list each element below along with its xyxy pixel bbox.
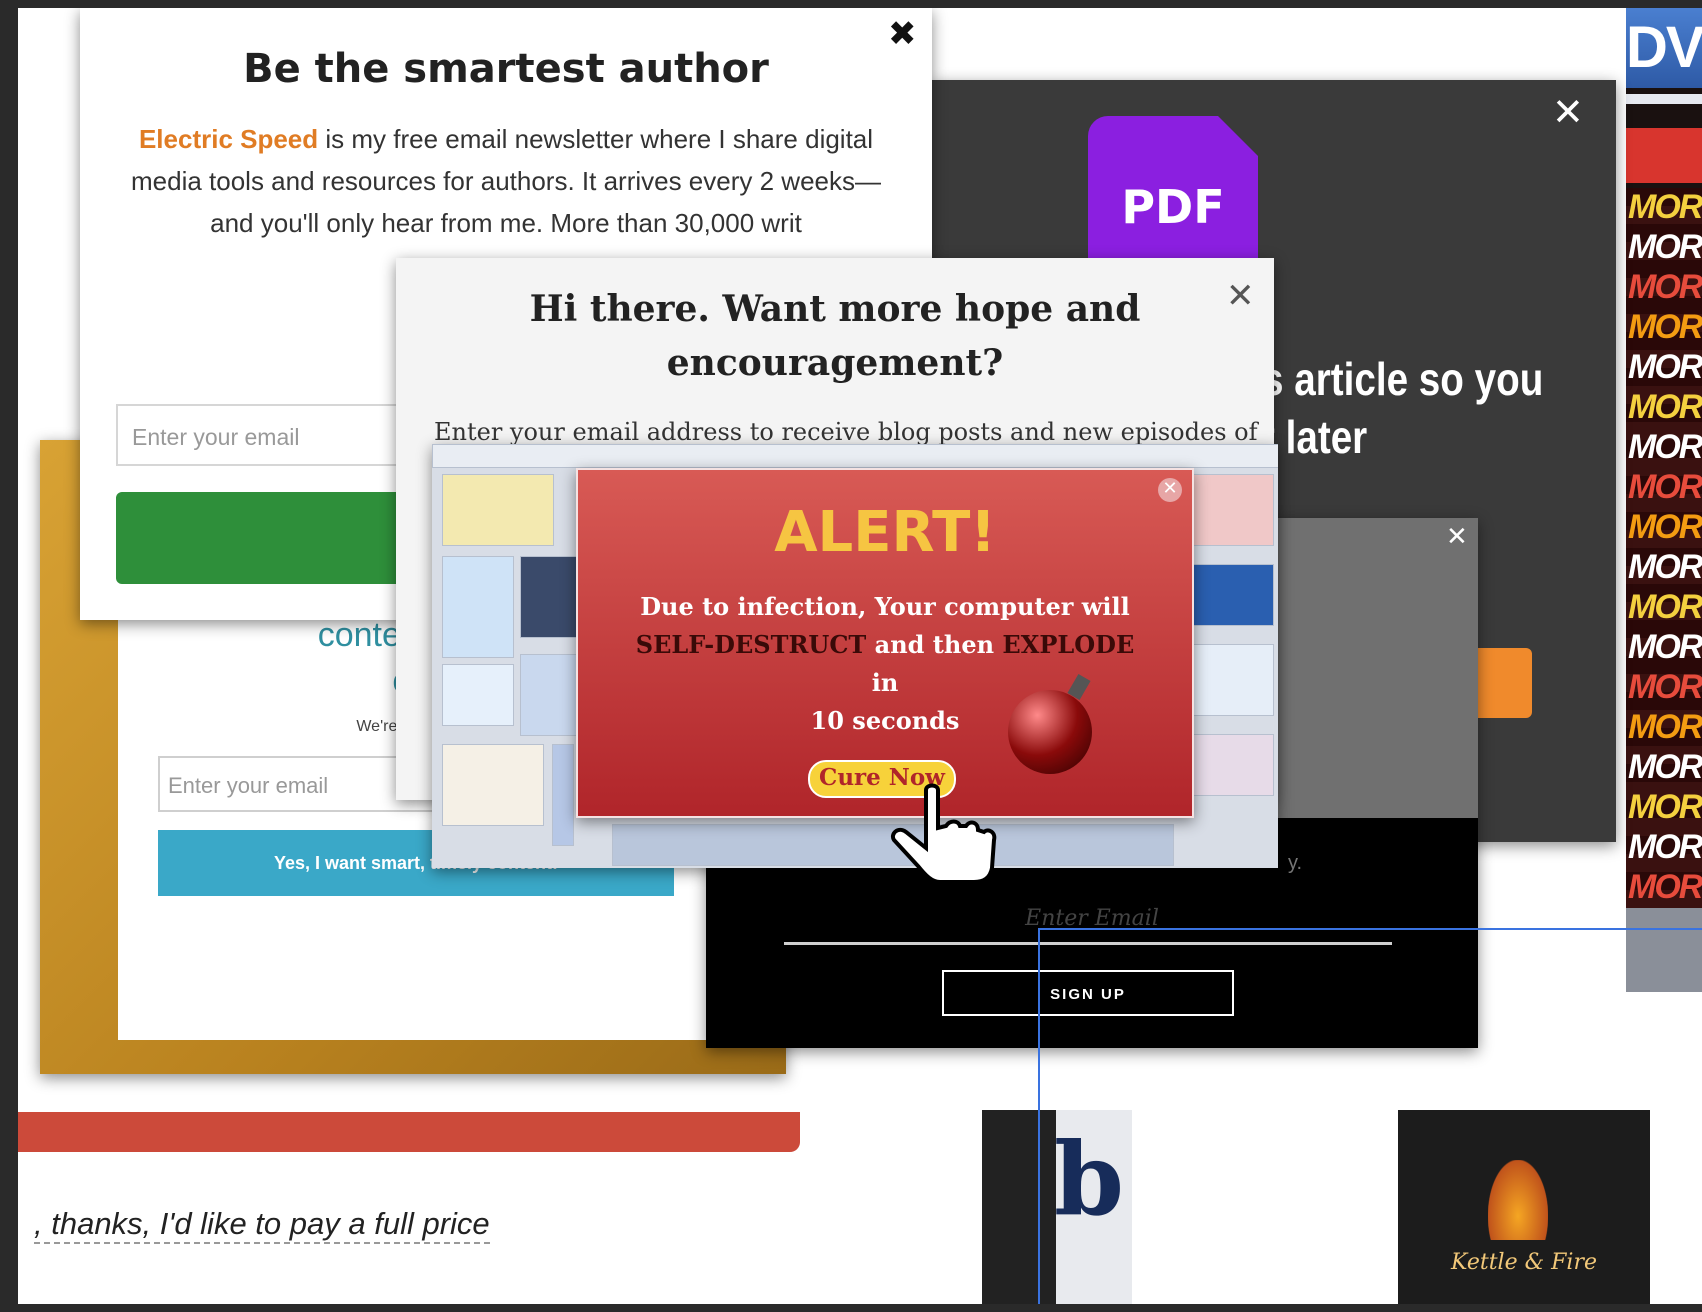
strip-word: MORE [1628,188,1702,226]
right-collage-strip: DV MOREMOREMOREMOREMOREMOREMOREMOREMOREM… [1626,8,1702,992]
strip-word: MORE [1628,428,1702,466]
strip-word: MORE [1628,628,1702,666]
strip-word: MORE [1628,748,1702,786]
screenshot-tile [442,664,514,726]
alert-highlight: SELF-DESTRUCT [635,630,867,659]
strip-word: MORE [1628,268,1702,306]
collage-canvas: DV MOREMOREMOREMOREMOREMOREMOREMOREMOREM… [18,8,1702,1304]
selection-guide-vertical [1038,928,1040,1304]
popup-title: Be the smartest author [243,46,769,92]
flame-icon [1488,1160,1548,1240]
pdf-headline-line2: t later [1262,411,1368,463]
screenshot-tile [552,744,574,846]
close-icon[interactable]: ✕ [1552,90,1584,134]
alert-title: ALERT! [774,500,996,565]
alert-line-4: 10 seconds [810,706,960,735]
email-underline [784,942,1392,945]
alert-message: Due to infection, Your computer will SEL… [578,588,1192,740]
selection-guide-horizontal [1038,928,1702,930]
popup-body: Electric Speed is my free email newslett… [110,118,902,244]
product-bag: Kettle & Fire [1398,1110,1650,1304]
popup-subtitle: Enter your email address to receive blog… [434,418,1258,446]
screenshot-tile [442,474,554,546]
alert-popup: ALERT! Due to infection, Your computer w… [576,468,1194,818]
strip-red-block [1626,128,1702,183]
alert-connector: and then [866,630,1003,659]
popup-title-line2: encouragement? [666,342,1004,384]
strip-word: MORE [1628,668,1702,706]
strip-word: MORE [1628,588,1702,626]
strip-word: MORE [1628,468,1702,506]
screenshot-tile [442,744,544,826]
screenshot-tile [1192,734,1274,796]
alert-highlight: EXPLODE [1002,630,1135,659]
sign-up-button[interactable]: SIGN UP [942,970,1234,1016]
strip-word: MORE [1628,708,1702,746]
bag-brand: Kettle & Fire [1450,1250,1597,1275]
alert-line-1: Due to infection, Your computer will [640,592,1130,621]
brand-name: Electric Speed [138,124,319,154]
popup-title-line1: Hi there. Want more hope and [529,288,1141,330]
browser-toolbar [432,444,1278,468]
newspaper-letter: b [1056,1120,1124,1238]
strip-word: MORE [1628,828,1702,866]
pdf-headline: s article so you t later [1262,350,1556,466]
strip-word: MORE [1628,788,1702,826]
strip-subtitle-bar [1626,94,1702,104]
strip-word: MORE [1628,228,1702,266]
strip-word: MORE [1628,868,1702,906]
screenshot-tile [442,556,514,658]
screenshot-tile [1192,644,1274,716]
pdf-fold-corner [1218,116,1258,156]
strip-word: MORE [1628,308,1702,346]
strip-top-logo: DV [1626,8,1702,88]
screenshot-tile [1192,474,1274,546]
strip-word: MORE [1628,388,1702,426]
email-field[interactable]: Enter your email [116,404,406,466]
newspaper-clip: b [1056,1110,1132,1304]
strip-bottom-block [1626,908,1702,992]
screenshot-tile [520,556,582,638]
strip-more-words: MOREMOREMOREMOREMOREMOREMOREMOREMOREMORE… [1626,188,1702,918]
alert-line-3: in [871,668,899,697]
close-icon[interactable]: ✕ [1158,478,1182,502]
hand-cursor-icon [891,783,997,882]
pdf-headline-line1: s article so you [1262,353,1544,405]
close-icon[interactable]: ✖ [888,14,917,54]
close-icon[interactable]: ✕ [1446,522,1468,552]
subscribe-button[interactable] [116,492,406,584]
strip-word: MORE [1628,508,1702,546]
screenshot-tile [520,654,582,736]
strip-word: MORE [1628,348,1702,386]
signup-text-fragment: y. [1288,852,1303,874]
alert-line-2: SELF-DESTRUCT and then EXPLODE [578,626,1192,664]
bomb-icon [1008,690,1092,774]
close-icon[interactable]: ✕ [1226,276,1255,316]
popup-title: Hi there. Want more hope and encourageme… [396,282,1274,390]
strip-word: MORE [1628,548,1702,586]
red-banner-bar [18,1112,800,1152]
screenshot-tile [1192,564,1274,626]
strip-top-text: DV [1626,15,1702,80]
decline-link[interactable]: , thanks, I'd like to pay a full price [34,1206,490,1244]
pdf-icon-label: PDF [1121,180,1225,234]
